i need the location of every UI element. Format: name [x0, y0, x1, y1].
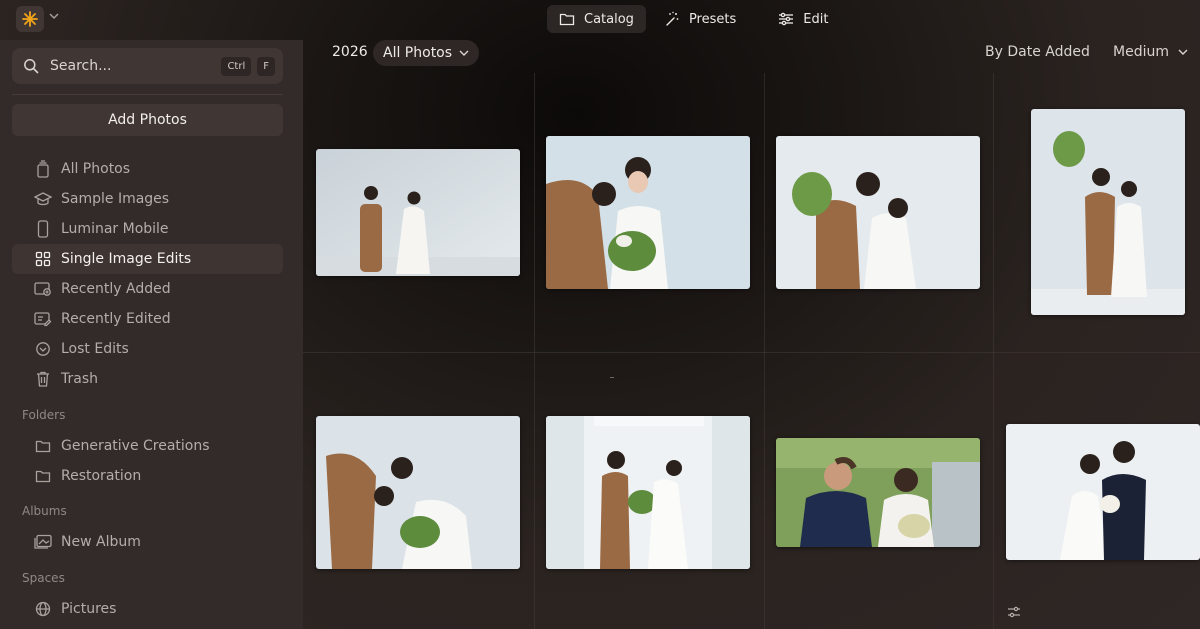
- tab-catalog-label: Catalog: [584, 11, 634, 27]
- shortcut-key-f: F: [257, 56, 275, 76]
- wedding-couple-photo: [1031, 109, 1185, 315]
- tab-edit-label: Edit: [803, 11, 829, 27]
- globe-icon: [35, 601, 51, 617]
- chevron-down-icon: [459, 50, 469, 56]
- search-placeholder: Search...: [50, 58, 112, 74]
- photo-thumbnail[interactable]: [776, 438, 980, 547]
- sidebar-item-label: Pictures: [61, 601, 117, 617]
- sidebar-item-label: Single Image Edits: [61, 251, 192, 267]
- sidebar-item-recently-added[interactable]: Recently Added: [12, 274, 283, 304]
- tab-edit[interactable]: Edit: [766, 5, 840, 33]
- photo-thumbnail[interactable]: [546, 416, 750, 569]
- top-bar: Catalog Presets Edit: [0, 0, 1200, 40]
- sidebar-item-label: Recently Added: [61, 281, 171, 297]
- sidebar-item-luminar-mobile[interactable]: Luminar Mobile: [12, 214, 283, 244]
- folder-icon: [35, 440, 51, 453]
- folders-section-label: Folders: [22, 408, 66, 422]
- sidebar-item-label: Lost Edits: [61, 341, 129, 357]
- sidebar: Search... Ctrl F Add Photos All Photos S…: [0, 40, 303, 629]
- app-logo-button[interactable]: [16, 6, 44, 32]
- recently-added-icon: [34, 282, 51, 296]
- photo-thumbnail[interactable]: [1006, 424, 1200, 560]
- graduation-cap-icon: [34, 192, 52, 206]
- tab-presets-label: Presets: [688, 11, 737, 27]
- top-tabs: Catalog Presets Edit: [547, 5, 840, 33]
- search-icon: [24, 59, 39, 74]
- filter-label: All Photos: [383, 45, 453, 61]
- album-icon: [34, 534, 52, 549]
- chevron-down-icon[interactable]: [49, 12, 59, 20]
- magic-wand-icon: [666, 11, 679, 26]
- sidebar-item-trash[interactable]: Trash: [12, 364, 283, 394]
- tab-catalog[interactable]: Catalog: [547, 5, 646, 33]
- phone-icon: [37, 220, 49, 238]
- sidebar-item-new-album[interactable]: New Album: [12, 527, 283, 557]
- sidebar-item-label: Sample Images: [61, 191, 170, 207]
- sidebar-item-recently-edited[interactable]: Recently Edited: [12, 304, 283, 334]
- sidebar-item-single-image-edits[interactable]: Single Image Edits: [12, 244, 283, 274]
- sidebar-item-label: New Album: [61, 534, 141, 550]
- photo-thumbnail[interactable]: [776, 136, 980, 289]
- library-nav: All Photos Sample Images Luminar Mobile …: [12, 154, 283, 394]
- photo-stack-icon: [37, 160, 49, 178]
- sidebar-item-label: Trash: [61, 371, 98, 387]
- sidebar-item-pictures[interactable]: Pictures: [12, 594, 283, 624]
- sidebar-divider: [12, 94, 283, 95]
- sidebar-item-all-photos[interactable]: All Photos: [12, 154, 283, 184]
- sidebar-item-generative-creations[interactable]: Generative Creations: [12, 431, 283, 461]
- albums-nav: New Album: [12, 527, 283, 557]
- tab-presets[interactable]: Presets: [652, 5, 748, 33]
- trash-icon: [37, 371, 49, 387]
- sort-dropdown[interactable]: By Date Added: [985, 44, 1090, 60]
- chevron-down-icon: [1178, 49, 1188, 55]
- photo-thumbnail[interactable]: [316, 149, 520, 276]
- wedding-couple-photo: [546, 136, 750, 289]
- wedding-couple-photo: [316, 149, 520, 276]
- sidebar-item-label: All Photos: [61, 161, 131, 177]
- add-photos-button[interactable]: Add Photos: [12, 104, 283, 136]
- spaces-nav: Pictures: [12, 594, 283, 624]
- wedding-couple-photo: [776, 136, 980, 289]
- shortcut-key-ctrl: Ctrl: [221, 56, 252, 76]
- year-label: 2026: [332, 44, 368, 60]
- photo-thumbnail[interactable]: [1031, 109, 1185, 315]
- wedding-couple-photo: [776, 438, 980, 547]
- search-input[interactable]: Search... Ctrl F: [12, 48, 283, 84]
- sidebar-item-label: Restoration: [61, 468, 142, 484]
- wedding-couple-photo: [1006, 424, 1200, 560]
- photo-thumbnail[interactable]: [546, 136, 750, 289]
- wedding-couple-photo: [316, 416, 520, 569]
- albums-section-label: Albums: [22, 504, 67, 518]
- sidebar-item-label: Recently Edited: [61, 311, 171, 327]
- recently-edited-icon: [34, 312, 52, 327]
- spaces-section-label: Spaces: [22, 571, 65, 585]
- folder-icon: [35, 470, 51, 483]
- wedding-couple-photo: [546, 416, 750, 569]
- grid-icon: [35, 251, 51, 267]
- grid-marker: [610, 377, 614, 378]
- luminar-logo-icon: [22, 11, 38, 27]
- sliders-icon: [779, 12, 794, 26]
- sidebar-item-sample-images[interactable]: Sample Images: [12, 184, 283, 214]
- size-label: Medium: [1113, 44, 1169, 60]
- sidebar-item-label: Generative Creations: [61, 438, 210, 454]
- folders-nav: Generative Creations Restoration: [12, 431, 283, 491]
- sidebar-item-restoration[interactable]: Restoration: [12, 461, 283, 491]
- folder-icon: [559, 13, 575, 26]
- sidebar-item-lost-edits[interactable]: Lost Edits: [12, 334, 283, 364]
- photo-thumbnail[interactable]: [316, 416, 520, 569]
- filter-dropdown[interactable]: All Photos: [373, 40, 480, 66]
- sidebar-item-label: Luminar Mobile: [61, 221, 169, 237]
- adjustments-icon: [1008, 606, 1020, 618]
- lost-edits-icon: [36, 342, 50, 356]
- thumbnail-size-dropdown[interactable]: Medium: [1113, 44, 1188, 60]
